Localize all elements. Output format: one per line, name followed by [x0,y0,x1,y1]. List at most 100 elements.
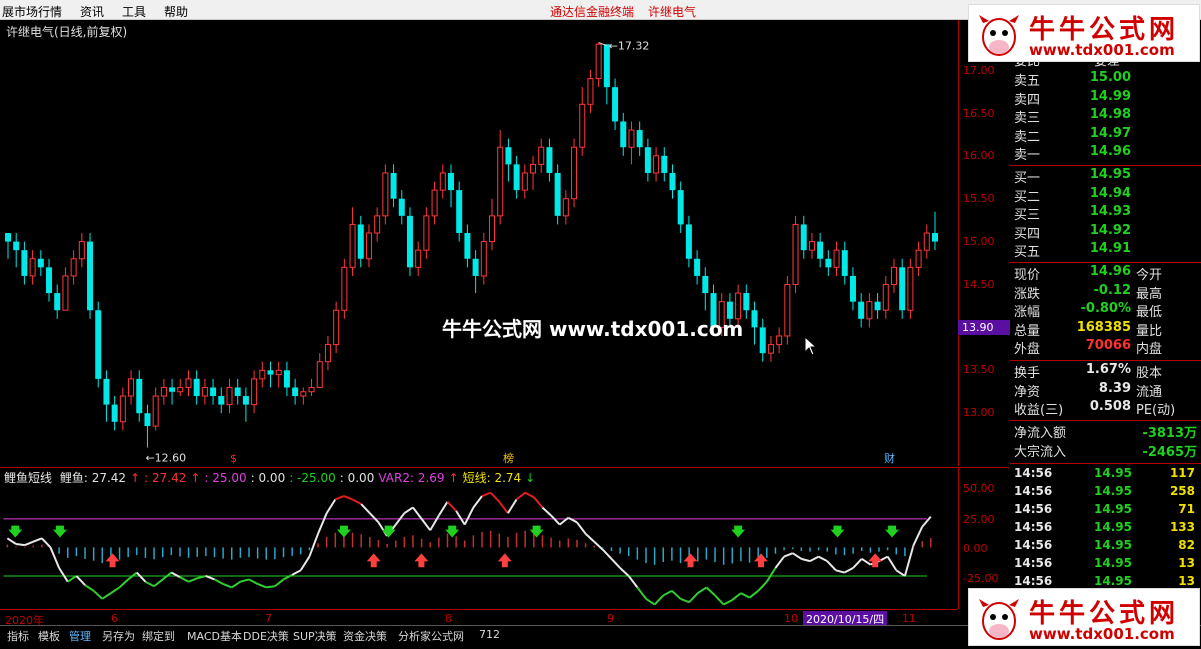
bid-row: 买四 14.92 [1010,222,1201,242]
tab-formula-6[interactable]: DDE决策 [243,628,289,644]
event-marker: 财 [884,451,895,465]
candle-body-up [341,266,348,311]
short-line-segment [334,495,345,501]
short-line-segment [921,515,932,528]
stat-row: 总量 168385 量比 [1010,320,1201,339]
indicator-legend-item: 鲤鱼: 27.42 [59,471,127,485]
short-line-segment [110,586,121,594]
candle-body-up [177,386,184,393]
tab-formula-5[interactable]: MACD基本 [187,628,242,644]
short-line-segment [844,567,854,574]
candle-body-up [259,369,266,380]
indicator-legend-item: ↑ [190,471,201,485]
candle-body-down [54,293,61,311]
candle-body-up [480,241,487,277]
short-line-segment [886,556,898,571]
tab-formula-0[interactable]: 指标 [7,628,29,644]
tick-row: 14:56 14.95 117 [1010,466,1201,484]
tab-formula-4[interactable]: 绑定到 [142,628,175,644]
tick-price: 14.95 [1094,520,1132,534]
tab-formula-3[interactable]: 另存为 [102,628,135,644]
candle-body-up [431,189,438,217]
candle-body-up [349,223,356,268]
stat2-row: 换手 1.67% 股本 [1010,362,1201,381]
candle-body-up [866,301,873,320]
tick-volume: 71 [1178,502,1195,516]
tick-time: 14:56 [1014,574,1053,588]
stat-row: 涨跌 -0.12 最高 [1010,283,1201,302]
short-line-segment [291,569,302,576]
high-price-label: ←17.32 [609,40,650,53]
menu-item-market[interactable]: 展市场行情 [2,3,62,20]
tick-time: 14:56 [1014,484,1053,498]
short-line-segment [412,506,423,520]
ask-row-value: 14.99 [1089,88,1131,104]
short-line-segment [403,506,414,515]
short-line-segment [144,580,155,588]
short-line-segment [903,544,915,577]
short-line-segment [861,558,871,566]
bid-row-label: 买五 [1014,245,1041,260]
stat2-row-label2: 股本 [1136,366,1163,381]
short-line-segment [645,597,656,606]
candle-body-down [242,396,249,405]
candle-body-down [292,387,299,397]
menu-item-help[interactable]: 帮助 [164,3,188,20]
price-tick: 15.00 [963,235,995,248]
buy-signal-arrow [105,553,120,568]
price-tick: 13.00 [963,406,995,419]
candle-body-up [275,369,282,376]
candle-body-up [333,309,340,346]
short-line-segment [792,552,802,560]
tab-formula-9[interactable]: 分析家公式网 [398,628,464,644]
ask-row-value: 14.98 [1089,107,1131,122]
menu-item-news[interactable]: 资讯 [80,3,104,20]
short-line-segment [92,590,103,600]
short-line-segment [15,543,25,547]
menu-item-tools[interactable]: 工具 [122,3,146,20]
tick-time: 14:56 [1014,556,1053,570]
tab-formula-2[interactable]: 管理 [69,628,91,644]
short-line-segment [524,491,535,499]
bid-row-value: 14.92 [1089,222,1131,238]
candle-body-up [62,275,69,311]
short-line-segment [731,592,742,601]
short-line-segment [24,540,34,547]
tab-formula-7[interactable]: SUP决策 [293,628,337,644]
price-tick: 17.00 [963,64,995,77]
candle-body-down [87,241,94,311]
candlestick-chart[interactable]: ←17.32 ←12.60 $ 榜 财 [0,20,958,466]
short-line-segment [619,567,630,577]
short-line-segment [446,501,457,512]
panel-divider [1010,463,1201,464]
candle-body-down [144,413,151,427]
candle-body-down [357,224,364,259]
candle-body-up [29,258,36,277]
candle-body-down [456,190,463,234]
candle-body-up [776,335,783,346]
short-line-segment [369,512,380,523]
short-line-segment [438,501,449,516]
candle-body-down [390,172,397,199]
arrow-cursor-icon [804,336,818,356]
tick-volume: 13 [1178,574,1195,588]
tab-formula-10[interactable]: 712 [479,628,500,641]
short-line-segment [274,578,285,588]
indicator-legend-item: : 0.00 [339,471,375,485]
short-line-segment [248,578,259,585]
candle-body-down [817,241,824,259]
candle-body-down [513,164,520,191]
candle-body-down [169,387,176,392]
bid-row-label: 买四 [1014,226,1041,242]
indicator-chart[interactable] [0,467,958,609]
tab-formula-1[interactable]: 模板 [38,628,60,644]
tab-formula-8[interactable]: 资金决策 [343,628,387,644]
tick-volume: 82 [1178,538,1195,552]
candle-body-down [21,250,28,276]
candle-body-up [579,103,586,148]
candle-body-down [218,396,225,405]
tick-volume: 13 [1178,556,1195,570]
candle-body-down [685,224,692,259]
price-tick: 16.50 [963,107,995,120]
short-line-segment [688,592,699,603]
